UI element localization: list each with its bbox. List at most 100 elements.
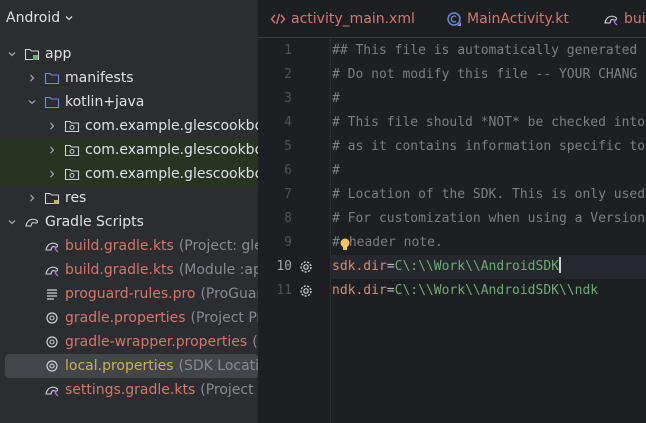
tab-label: activity_main.xml [291,10,415,27]
line-number: 10 [276,259,292,274]
tree-item-label: proguard-rules.pro [65,286,196,302]
tree-item-hint: (ProGuar [200,286,258,302]
kotlin-class-icon [447,11,461,26]
package-icon [64,144,80,157]
property-value: C\:\\Work\\AndroidSDK [394,259,559,274]
property-key: ndk.dir [332,283,387,298]
chevron-down-icon[interactable] [26,96,38,108]
tree-item-hint: (Project: gles [178,238,258,254]
property-value: C\:\\Work\\AndroidSDK\\ndk [394,283,599,298]
lightbulb-icon[interactable] [338,237,352,253]
project-tool-window: Android app manifests kotlin+java com.ex… [0,0,258,423]
tree-item-kotlin-java[interactable]: kotlin+java [0,90,258,114]
gutter-divider [330,38,331,423]
resource-folder-icon [44,192,60,205]
folder-icon [44,72,60,85]
properties-file-icon [46,312,58,324]
tree-item-manifests[interactable]: manifests [0,66,258,90]
code-editor[interactable]: 1 2 3 4 5 6 7 8 9 10 11 ## This file is … [258,38,646,423]
tree-item-build-gradle-project[interactable]: build.gradle.kts (Project: gles [0,234,258,258]
chevron-right-icon[interactable] [46,144,58,156]
gradle-kts-file-icon [45,266,59,277]
code-line: ## This file is automatically generated [332,43,638,58]
code-line: ndk.dir=C\:\\Work\\AndroidSDK\\ndk [332,279,598,303]
code-line: # as it contains information specific to [332,139,646,154]
gear-icon[interactable] [298,283,314,299]
tree-item-label: app [45,46,72,62]
line-number: 8 [284,211,292,226]
tree-item-label: kotlin+java [65,94,145,110]
chevron-right-icon[interactable] [46,168,58,180]
tree-item-build-gradle-module[interactable]: build.gradle.kts (Module :app [0,258,258,282]
tree-item-label: com.example.glescookbo [85,118,258,134]
chevron-right-icon[interactable] [26,192,38,204]
text-file-icon [47,289,57,300]
code-line: # For customization when using a Version [332,211,646,226]
tree-item-gradle-properties[interactable]: gradle.properties (Project Pro [0,306,258,330]
tree-item-app[interactable]: app [0,42,258,66]
tree-item-label: manifests [65,70,134,86]
tree-item-package[interactable]: com.example.glescookbo [0,138,258,162]
property-operator: = [386,283,395,298]
code-comment-rest: header note. [348,235,443,250]
text-caret [559,257,561,273]
tree-item-label: Gradle Scripts [45,214,144,230]
project-view-title: Android [6,10,61,26]
line-number: 6 [284,163,292,178]
gradle-kts-icon [604,15,618,25]
tab-label: bui [624,10,646,27]
line-number: 5 [284,139,292,154]
chevron-down-icon [65,16,73,21]
tab-build-gradle[interactable]: bui [603,0,646,37]
properties-file-icon [46,360,58,372]
properties-file-icon [46,336,58,348]
chevron-right-icon[interactable] [26,72,38,84]
tree-item-label: local.properties [65,358,174,374]
tree-item-label: build.gradle.kts [65,262,174,278]
package-icon [64,168,80,181]
tab-activity-main-xml[interactable]: activity_main.xml [270,0,415,37]
property-key: sdk.dir [332,259,387,274]
tree-item-hint: (Module :app [178,262,258,278]
tree-item-label: com.example.glescookbo [85,142,258,158]
line-number: 2 [284,67,292,82]
tree-item-proguard-rules[interactable]: proguard-rules.pro (ProGuar [0,282,258,306]
line-number: 11 [276,283,292,298]
chevron-down-icon[interactable] [6,216,18,228]
editor-tabs: activity_main.xml MainActivity.kt bui [258,0,646,38]
package-icon [64,120,80,133]
line-number: 1 [284,43,292,58]
tree-item-local-properties[interactable]: local.properties (SDK Locatio [5,354,258,378]
gradle-kts-file-icon [45,242,59,253]
property-operator: = [386,259,395,274]
chevron-right-icon[interactable] [46,120,58,132]
chevron-down-icon[interactable] [6,48,18,60]
tree-item-gradle-scripts[interactable]: Gradle Scripts [0,210,258,234]
tree-item-hint: (Project Pro [190,310,258,326]
code-line-active: sdk.dir=C\:\\Work\\AndroidSDK [332,255,561,279]
tree-item-label: res [65,190,87,206]
project-view-selector[interactable]: Android [0,0,258,36]
module-folder-icon [24,48,40,61]
tree-item-label: build.gradle.kts [65,238,174,254]
gradle-kts-file-icon [45,386,59,397]
tree-item-hint: (Project Se [200,382,258,398]
source-folder-icon [44,96,60,109]
line-number: 7 [284,187,292,202]
code-line: # Location of the SDK. This is only used [332,187,646,202]
gear-icon[interactable] [298,259,314,275]
tree-item-gradle-wrapper-properties[interactable]: gradle-wrapper.properties (G [0,330,258,354]
gradle-icon [25,218,39,227]
tree-item-settings-gradle[interactable]: settings.gradle.kts (Project Se [0,378,258,402]
line-number: 3 [284,91,292,106]
tree-item-hint: (SDK Locatio [178,358,258,374]
tree-item-package[interactable]: com.example.glescookbo [0,114,258,138]
line-number: 4 [284,115,292,130]
tree-item-res[interactable]: res [0,186,258,210]
tab-main-activity-kt[interactable]: MainActivity.kt [446,0,569,37]
code-line: # [332,163,340,178]
xml-file-icon [270,13,286,24]
tree-item-package[interactable]: com.example.glescookbo [0,162,258,186]
code-line: # [332,91,340,106]
tree-item-label: gradle-wrapper.properties [65,334,248,350]
